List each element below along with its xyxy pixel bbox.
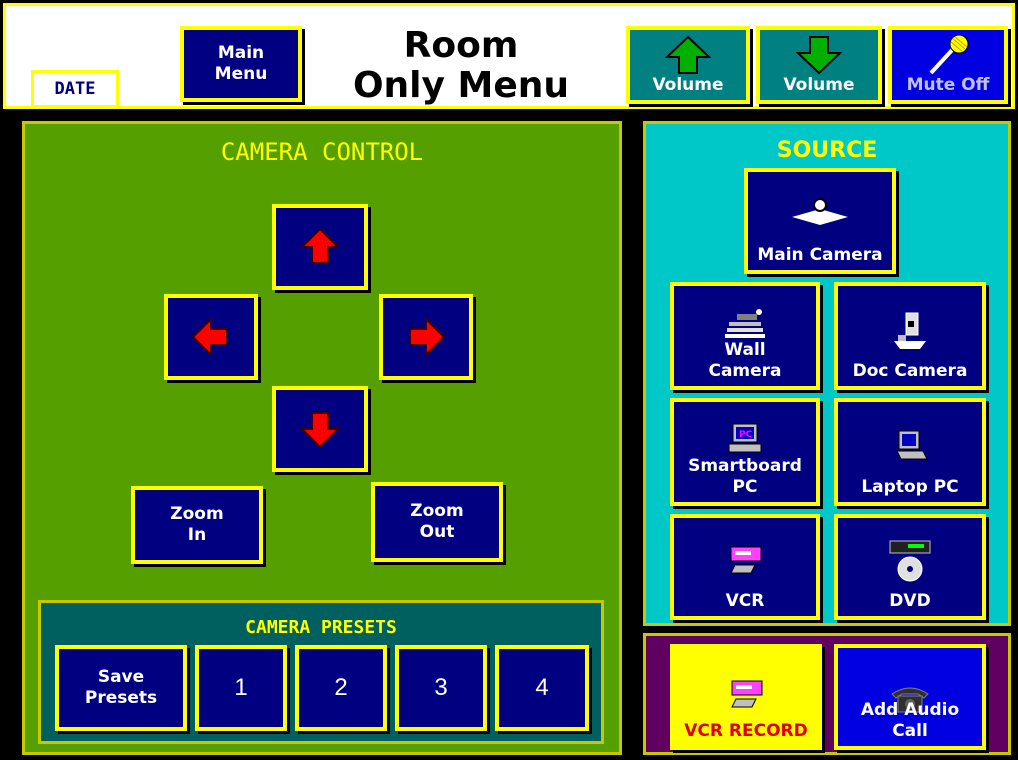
source-panel: SOURCE Main Camera Wall Camera Doc Camer… (643, 121, 1011, 626)
dvd-label: DVD (889, 591, 931, 611)
dvd-player-icon (889, 540, 931, 582)
arrow-left-icon (191, 317, 228, 357)
header-bar: DATE Main Menu Room Only Menu Volume Vol… (3, 3, 1015, 109)
save-presets-label-line2: Presets (84, 688, 158, 708)
source-title: SOURCE (776, 138, 878, 163)
doc-camera-button[interactable]: Doc Camera (834, 282, 986, 390)
document-camera-icon (894, 312, 926, 349)
arrow-right-icon (409, 317, 446, 357)
dvd-button[interactable]: DVD (834, 514, 986, 620)
pan-up-button[interactable] (272, 204, 368, 290)
preset-4-label: 4 (535, 674, 549, 701)
main-menu-button[interactable]: Main Menu (180, 26, 302, 102)
zoom-out-label-line2: Out (419, 522, 455, 542)
smartboard-pc-button[interactable]: PC Smartboard PC (670, 398, 820, 506)
volume-down-button[interactable]: Volume (756, 26, 882, 104)
mute-toggle-button[interactable]: Mute Off (888, 26, 1008, 104)
add-audio-call-label-line2: Call (892, 721, 928, 741)
vcr-icon (730, 546, 762, 574)
preset-4-button[interactable]: 4 (495, 645, 589, 731)
microphone-icon (929, 35, 969, 75)
main-camera-label: Main Camera (757, 245, 883, 265)
pan-left-button[interactable] (164, 294, 258, 380)
laptop-pc-button[interactable]: Laptop PC (834, 398, 986, 506)
wall-camera-label-line1: Wall (724, 340, 766, 360)
wall-camera-icon (725, 309, 765, 338)
vcr-label: VCR (725, 591, 765, 611)
camera-dome-icon (792, 198, 848, 225)
preset-3-label: 3 (434, 674, 448, 701)
vcr-record-button[interactable]: VCR RECORD (670, 644, 822, 750)
page-title-line1: Room (403, 25, 519, 66)
pan-right-button[interactable] (379, 294, 473, 380)
preset-1-label: 1 (234, 674, 248, 701)
save-presets-label-line1: Save (97, 667, 145, 687)
arrow-up-icon (665, 35, 711, 74)
desktop-computer-icon: PC (728, 423, 762, 453)
arrow-down-icon (796, 36, 842, 75)
vcr-record-icon (731, 680, 763, 708)
zoom-in-label-line2: In (187, 525, 207, 545)
main-menu-label-line2: Menu (214, 64, 268, 84)
zoom-out-button[interactable]: Zoom Out (371, 482, 503, 562)
zoom-in-button[interactable]: Zoom In (131, 486, 263, 564)
arrow-down-icon (300, 412, 340, 449)
volume-up-label: Volume (652, 75, 724, 95)
save-presets-button[interactable]: Save Presets (55, 645, 187, 731)
volume-up-button[interactable]: Volume (626, 26, 750, 104)
vcr-button[interactable]: VCR (670, 514, 820, 620)
add-audio-call-button[interactable]: Add Audio Call (834, 644, 986, 750)
arrow-up-icon (300, 227, 340, 264)
page-title-line2: Only Menu (352, 65, 570, 106)
pan-down-button[interactable] (272, 386, 368, 472)
date-display: DATE (31, 70, 119, 108)
main-menu-label-line1: Main (217, 43, 265, 63)
doc-camera-label: Doc Camera (852, 361, 968, 381)
preset-2-label: 2 (334, 674, 348, 701)
camera-presets-title: CAMERA PRESETS (245, 617, 397, 638)
record-panel: VCR RECORD Add Audio Call (643, 633, 1011, 755)
zoom-out-label-line1: Zoom (410, 501, 464, 521)
smartboard-pc-label-line1: Smartboard (688, 456, 802, 476)
wall-camera-button[interactable]: Wall Camera (670, 282, 820, 390)
preset-3-button[interactable]: 3 (395, 645, 487, 731)
laptop-icon (896, 430, 927, 460)
zoom-in-label-line1: Zoom (170, 504, 224, 524)
add-audio-call-label-line1: Add Audio (860, 700, 960, 720)
camera-control-title: CAMERA CONTROL (220, 138, 424, 166)
preset-1-button[interactable]: 1 (195, 645, 287, 731)
wall-camera-label-line2: Camera (708, 361, 782, 381)
smartboard-pc-label-line2: PC (732, 477, 758, 497)
camera-presets-panel: CAMERA PRESETS Save Presets 1 2 3 4 (38, 600, 604, 744)
page-title: Room Only Menu (326, 26, 596, 106)
preset-2-button[interactable]: 2 (295, 645, 387, 731)
main-camera-button[interactable]: Main Camera (744, 168, 896, 274)
svg-text:PC: PC (739, 430, 753, 440)
volume-down-label: Volume (783, 75, 855, 95)
laptop-pc-label: Laptop PC (861, 477, 959, 497)
vcr-record-label: VCR RECORD (684, 721, 808, 741)
mute-label: Mute Off (906, 75, 990, 95)
